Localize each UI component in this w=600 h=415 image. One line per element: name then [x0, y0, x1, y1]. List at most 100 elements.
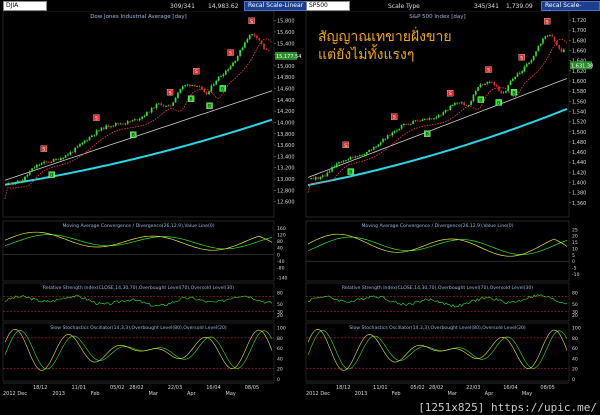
candle-body — [114, 123, 117, 126]
candle-body — [505, 90, 507, 93]
candle-body — [167, 105, 170, 107]
chart-panel-right: S&P 500 Index [day] 1,720 1,700 1,680 1,660 1… — [305, 11, 593, 397]
candle-body — [227, 69, 229, 71]
candle-body — [186, 84, 189, 86]
candle-body — [498, 86, 500, 91]
price-tick-label: 1,580 — [572, 89, 586, 95]
price-tick-label: 15,600 — [277, 30, 295, 36]
candle-body — [143, 115, 146, 117]
candle-body — [419, 120, 421, 122]
price-tick-label: 1,600 — [572, 79, 586, 85]
date-axis-label: 08/05 — [245, 385, 259, 391]
price-tick-label: 14,600 — [277, 87, 295, 93]
candle-body — [444, 109, 447, 113]
candle-body — [379, 142, 382, 145]
candle-body — [312, 178, 315, 180]
price-tick-label: 1,560 — [572, 99, 586, 105]
candle-body — [440, 114, 442, 116]
candle-body — [331, 167, 333, 172]
indicator-tick-label: 40 — [277, 246, 283, 252]
candle-body — [454, 103, 456, 105]
candle-body — [244, 42, 246, 48]
candle-body — [59, 158, 62, 161]
candle-body — [160, 103, 163, 106]
candle-body — [212, 84, 215, 86]
candle-body — [220, 76, 222, 77]
candle-body — [352, 156, 354, 158]
symbol-input-left[interactable]: DJIA — [3, 1, 47, 11]
sell-signal-letter: S — [250, 19, 253, 25]
price-tick-label: 15,800 — [277, 19, 295, 25]
buy-signal-letter: B — [426, 132, 429, 138]
candle-body — [88, 136, 91, 141]
price-tick-label: 1,680 — [572, 38, 586, 44]
indicator-tick-label: 160 — [277, 226, 286, 232]
candle-body — [12, 183, 14, 185]
sell-signal-letter: S — [546, 19, 549, 25]
candle-body — [102, 127, 105, 130]
candle-body — [523, 66, 526, 72]
date-axis-label: May — [522, 391, 532, 397]
indicator-tick-label: 20 — [572, 367, 578, 373]
indicator-tick-label: 80 — [277, 336, 283, 342]
candle-body — [407, 124, 410, 125]
candle-body — [382, 138, 384, 143]
candle-body — [361, 154, 363, 156]
buy-signal-letter: B — [479, 98, 482, 104]
candle-body — [155, 104, 158, 109]
indicator-tick-label: -140 — [277, 275, 288, 281]
candle-body — [136, 119, 139, 121]
pane-frame-0 — [2, 11, 275, 218]
date-axis-label: 28/02 — [429, 385, 443, 391]
sell-signal-letter: S — [393, 115, 396, 121]
candle-body — [83, 140, 86, 143]
candle-body — [321, 175, 324, 177]
annotation-line-2: แต่ยังไม่ทั้งแรงๆ — [318, 47, 415, 63]
candle-body — [31, 168, 33, 172]
recal-scale-button-left[interactable]: Recal Scale-Linear — [244, 1, 308, 11]
last-price-label: 1,631.38 — [571, 63, 593, 69]
candle-body — [324, 175, 326, 177]
candle-body — [229, 66, 232, 70]
candle-body — [486, 82, 489, 84]
candle-body — [110, 126, 112, 128]
indicator-tick-label: 100 — [572, 326, 581, 332]
candle-body — [234, 60, 237, 63]
candle-body — [465, 105, 468, 106]
candle-body — [435, 117, 438, 119]
candle-body — [258, 38, 261, 41]
candle-body — [86, 140, 88, 142]
candle-body — [365, 152, 368, 155]
price-tick-label: 14,400 — [277, 98, 295, 104]
candle-body — [205, 92, 208, 95]
indicator-tick-label: 0 — [572, 377, 575, 383]
candle-body — [48, 161, 50, 163]
candle-body — [544, 36, 547, 39]
candle-body — [447, 109, 449, 111]
candle-body — [100, 127, 103, 131]
indicator-title: Relative Strength Index(CLOSE,14,30,70),… — [43, 285, 234, 291]
candle-body — [241, 47, 244, 50]
candle-body — [317, 177, 319, 179]
date-axis-label: 11/01 — [373, 385, 387, 391]
pane-frame-3 — [305, 322, 570, 382]
candle-body — [124, 123, 127, 125]
candle-body — [363, 154, 366, 156]
candle-body — [437, 114, 440, 118]
symbol-input-right[interactable]: SP500 — [306, 1, 350, 11]
candle-body — [377, 144, 380, 147]
candle-body — [398, 128, 401, 131]
candle-body — [368, 149, 370, 153]
price-chart-title: Dow Jones Industrial Average [day] — [90, 14, 187, 20]
candle-body — [530, 60, 533, 63]
candle-body — [165, 105, 167, 107]
candle-body — [196, 86, 198, 87]
recal-scale-button-right[interactable]: Recal Scale-Linear — [541, 1, 600, 17]
candle-body — [236, 55, 239, 61]
candle-body — [26, 174, 29, 177]
candle-body — [43, 161, 45, 164]
candle-body — [333, 166, 336, 168]
candle-body — [76, 146, 79, 148]
indicator-tick-label: -40 — [277, 259, 285, 265]
candle-body — [91, 135, 93, 137]
